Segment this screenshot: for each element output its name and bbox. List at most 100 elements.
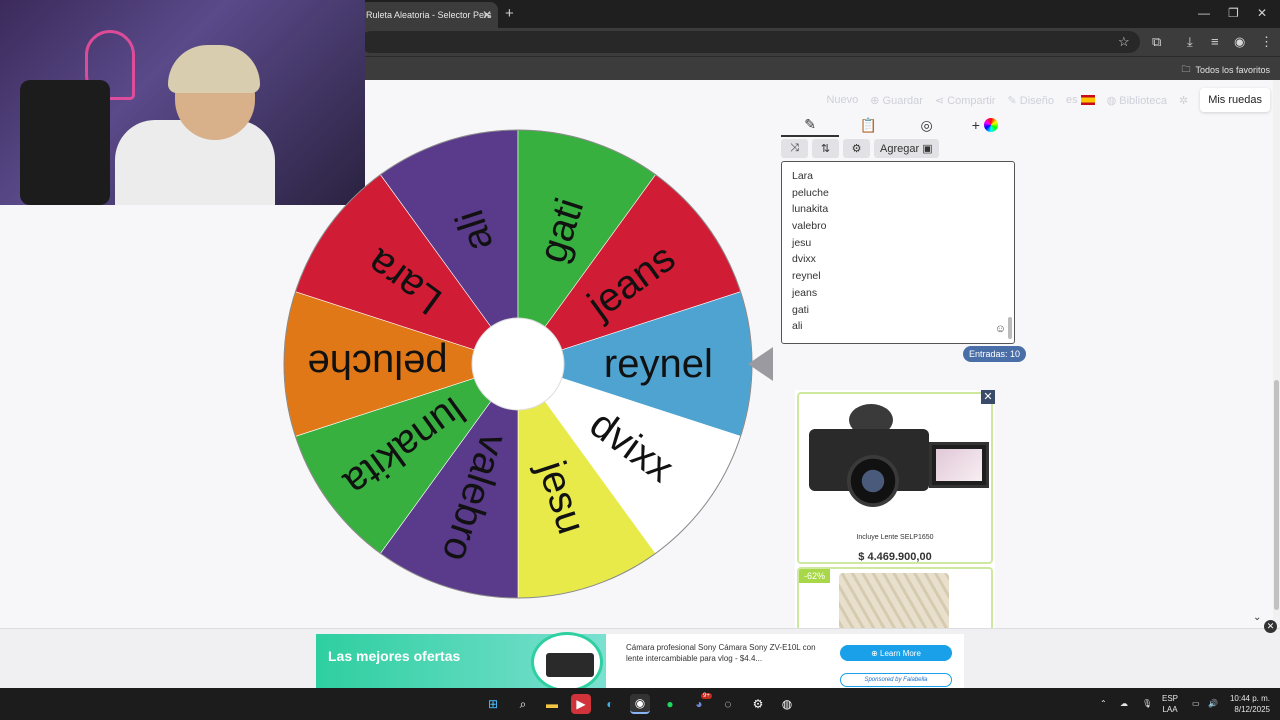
volume-icon[interactable]: 🔊 xyxy=(1208,698,1218,709)
add-image-button[interactable]: Agregar ▣ xyxy=(874,139,939,158)
clock[interactable]: 10:44 p. m. 8/12/2025 xyxy=(1226,693,1270,715)
edge-icon[interactable]: ◐ xyxy=(600,694,620,714)
ad-product-card-2[interactable]: -62% xyxy=(797,567,993,637)
biblioteca-label: Biblioteca xyxy=(1119,94,1167,107)
entries-textarea[interactable]: Lara peluche lunakita valebro jesu dvixx… xyxy=(781,161,1015,344)
tab-colors[interactable]: + xyxy=(956,113,1014,137)
banner-product-circle xyxy=(531,632,603,692)
window-close-button[interactable]: ✕ xyxy=(1257,6,1267,20)
compartir-button[interactable]: ⋖ Compartir xyxy=(935,94,996,107)
tab-results[interactable]: 📋 xyxy=(839,113,897,137)
entry-line: peluche xyxy=(792,186,829,199)
page-scrollbar[interactable] xyxy=(1273,80,1280,628)
playlist-icon[interactable]: ≡ xyxy=(1211,34,1219,49)
settings-icon[interactable]: ✲ xyxy=(1179,94,1188,107)
bottom-ad-banner[interactable]: Las mejores ofertas Cámara profesional S… xyxy=(316,632,964,692)
lang-top: ESP xyxy=(1162,694,1179,703)
steam-icon[interactable]: ◌ xyxy=(718,694,738,714)
settings-button[interactable]: ⚙ xyxy=(843,139,870,158)
obs-icon[interactable]: ◍ xyxy=(777,694,797,714)
add-image-label: Agregar xyxy=(880,142,920,155)
minimize-button[interactable]: — xyxy=(1198,6,1210,20)
lang-bottom: LAA xyxy=(1162,705,1178,714)
guardar-button[interactable]: ⊕ Guardar xyxy=(870,94,923,107)
biblioteca-button[interactable]: ◍ Biblioteca xyxy=(1107,94,1167,107)
entry-line: ali xyxy=(792,320,803,333)
compartir-label: Compartir xyxy=(947,94,996,107)
entries-count-badge: Entradas: 10 xyxy=(963,346,1027,362)
wheel-segment-label: reynel xyxy=(604,342,713,386)
screen-content xyxy=(936,449,982,481)
profile-icon[interactable]: ◉ xyxy=(1234,34,1245,50)
language-label: es xyxy=(1066,94,1078,106)
emoji-icon[interactable]: ☺ xyxy=(995,323,1006,335)
eye-off-icon: ◎ xyxy=(920,116,933,133)
mis-ruedas-button[interactable]: Mis ruedas xyxy=(1200,88,1270,112)
chrome-icon[interactable]: ◉ xyxy=(630,694,650,714)
tab-edit[interactable]: ✎ xyxy=(781,113,840,137)
diseno-button[interactable]: ✎ Diseño xyxy=(1007,94,1054,107)
tab-hidden[interactable]: ◎ xyxy=(898,113,956,137)
mic-icon[interactable]: 🎙 xyxy=(1142,698,1152,709)
wheel-center-hub[interactable] xyxy=(471,317,565,411)
start-icon[interactable]: ⊞ xyxy=(483,694,503,714)
cloud-icon[interactable]: ☁ xyxy=(1120,698,1128,709)
entry-line: gati xyxy=(792,303,809,316)
restore-button[interactable]: ❐ xyxy=(1228,6,1239,20)
person-cap xyxy=(168,45,260,93)
folder-icon: 🗀 xyxy=(1181,64,1191,74)
shuffle-button[interactable]: ⤨ xyxy=(781,139,808,158)
ad-product-card[interactable]: Incluye Lente SELP1650 $ 4.469.900,00 xyxy=(797,392,993,564)
plus-icon: + xyxy=(971,117,980,133)
gear-icon: ⚙ xyxy=(851,143,862,155)
new-tab-button[interactable]: + xyxy=(505,5,514,22)
tab-title: Ruleta Aleatoria - Selector Pers xyxy=(366,10,492,20)
download-icon[interactable]: ⤓ xyxy=(1187,34,1193,50)
media-app-icon[interactable]: ▶ xyxy=(571,694,591,714)
camera-body-image xyxy=(809,429,929,507)
wheel-svg[interactable]: reyneldvixxjesuvalebrolunakitapelucheLar… xyxy=(280,128,760,603)
pencil-icon: ✎ xyxy=(804,115,816,132)
page-scrollbar-thumb[interactable] xyxy=(1274,380,1279,610)
spain-flag-icon xyxy=(1080,95,1095,106)
all-bookmarks-label: Todos los favoritos xyxy=(1195,65,1270,75)
app-nav: Nuevo ⊕ Guardar ⋖ Compartir ✎ Diseño es … xyxy=(826,88,1270,112)
camera-screen-image xyxy=(929,442,989,488)
browser-tab[interactable]: Ruleta Aleatoria - Selector Pers ✕ xyxy=(358,2,498,28)
textarea-scrollbar[interactable] xyxy=(1008,317,1012,339)
editor-tools: ⤨ ⇅ ⚙ Agregar ▣ xyxy=(781,139,939,158)
clock-time: 10:44 p. m. xyxy=(1229,694,1270,703)
banner-description: Cámara profesional Sony Cámara Sony ZV-E… xyxy=(626,643,816,663)
file-explorer-icon[interactable]: ▬ xyxy=(542,694,562,714)
extensions-icon[interactable]: ⧉ xyxy=(1152,34,1161,50)
banner-close-button[interactable]: ✕ xyxy=(1264,620,1277,633)
collapse-chevron-icon[interactable]: ⌄ xyxy=(1253,612,1261,623)
language-indicator[interactable]: ESP LAA xyxy=(1162,693,1178,715)
settings-app-icon[interactable]: ⚙ xyxy=(748,694,768,714)
sort-button[interactable]: ⇅ xyxy=(812,139,839,158)
spotify-icon[interactable]: ● xyxy=(660,694,680,714)
entry-line: Lara xyxy=(792,170,814,182)
spin-wheel[interactable]: reynel dvixx jesu valebro lunakita peluche Lar… xyxy=(280,128,760,603)
entry-line: jesu xyxy=(792,236,812,249)
entry-line: lunakita xyxy=(792,203,829,216)
nuevo-button[interactable]: Nuevo xyxy=(826,94,858,106)
display-icon[interactable]: ▭ xyxy=(1192,698,1200,709)
address-bar[interactable]: ☆ xyxy=(360,31,1140,53)
entry-line: dvixx xyxy=(792,253,816,266)
all-bookmarks-button[interactable]: 🗀 Todos los favoritos xyxy=(1181,62,1270,78)
discount-badge: -62% xyxy=(799,569,831,583)
image-icon: ▣ xyxy=(922,143,933,155)
learn-more-button[interactable]: ⊕ Learn More xyxy=(840,645,952,661)
language-select[interactable]: es xyxy=(1066,94,1095,106)
ad-product-price: $ 4.469.900,00 xyxy=(858,551,932,563)
star-icon[interactable]: ☆ xyxy=(1118,34,1130,50)
search-icon[interactable]: ⌕ xyxy=(513,694,533,714)
tray-chevron-icon[interactable]: ⌃ xyxy=(1100,698,1107,709)
ad-product-caption: Incluye Lente SELP1650 xyxy=(856,534,934,541)
tab-close-icon[interactable]: ✕ xyxy=(482,8,492,22)
sort-icon: ⇅ xyxy=(820,143,831,155)
wheel-pointer-icon xyxy=(748,347,773,381)
menu-icon[interactable]: ⋮ xyxy=(1260,34,1273,50)
ad-close-button[interactable]: ✕ xyxy=(981,390,995,404)
